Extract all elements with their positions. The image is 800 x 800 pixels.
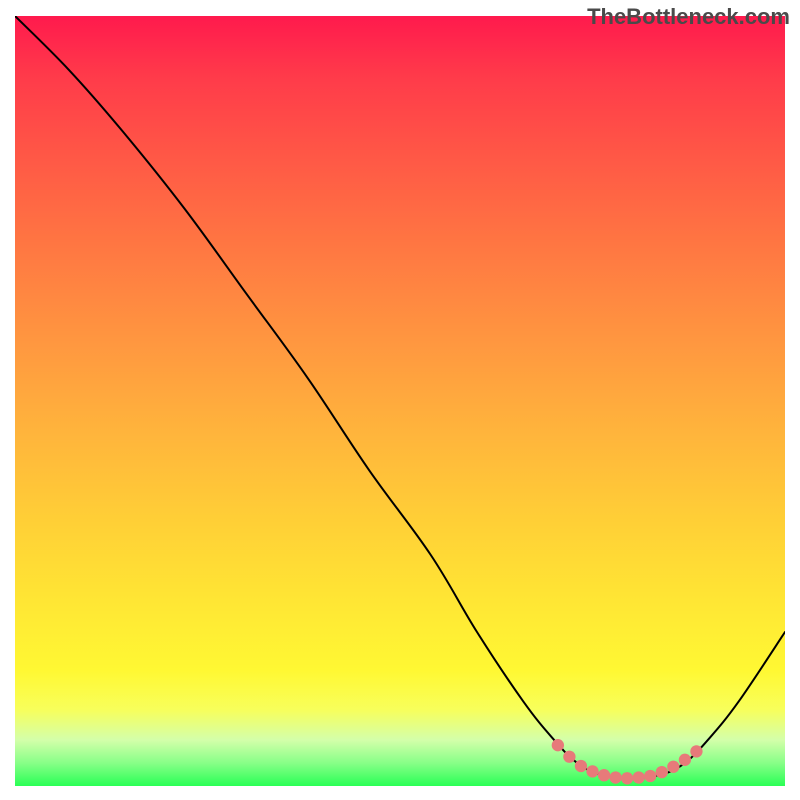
optimal-marker-dot [609,771,621,783]
chart-svg [15,16,785,786]
optimal-marker-dot [586,765,598,777]
optimal-marker-dot [690,745,702,757]
optimal-marker-dot [667,761,679,773]
bottleneck-curve-line [15,16,785,778]
watermark-text: TheBottleneck.com [587,4,790,30]
optimal-marker-dot [679,754,691,766]
optimal-marker-dot [633,771,645,783]
chart-container: TheBottleneck.com [0,0,800,800]
plot-area [15,16,785,786]
optimal-marker-dot [644,770,656,782]
optimal-marker-dot [575,760,587,772]
optimal-marker-dot [563,751,575,763]
optimal-marker-dot [656,766,668,778]
optimal-marker-dot [598,769,610,781]
optimal-marker-dot [621,772,633,784]
optimal-marker-dot [552,739,564,751]
